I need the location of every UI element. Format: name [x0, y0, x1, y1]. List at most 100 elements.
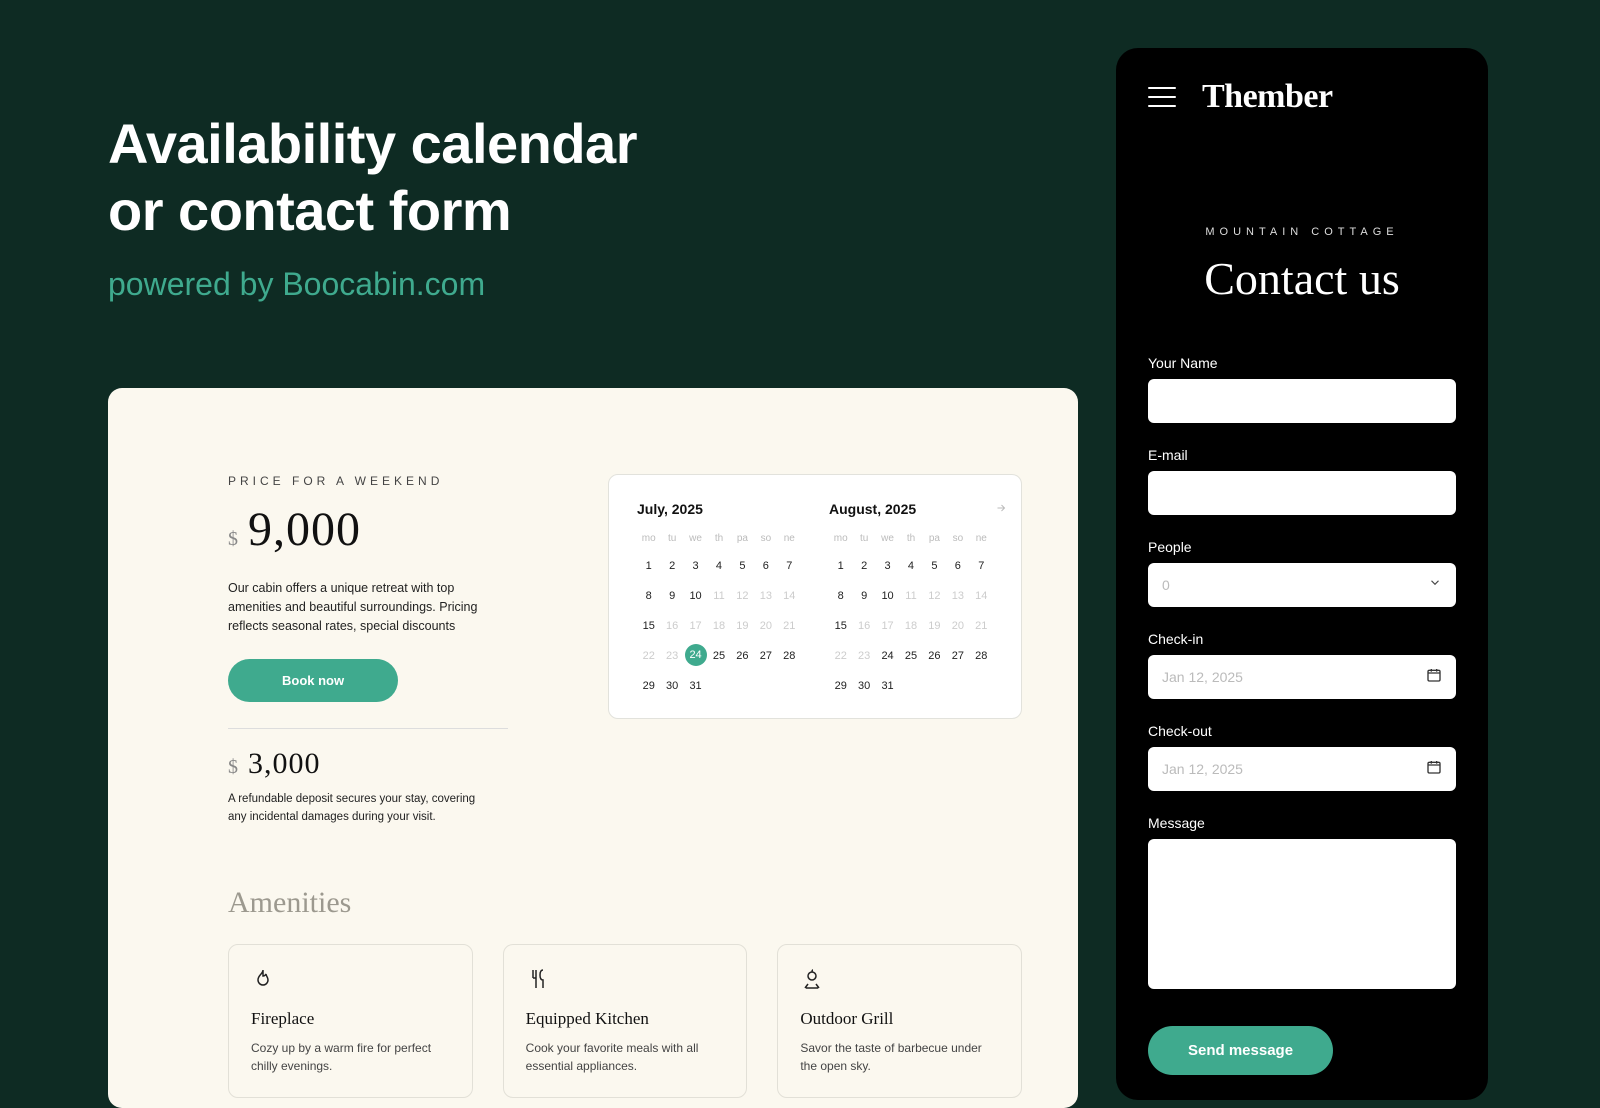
amenity-card: Equipped KitchenCook your favorite meals…: [503, 944, 748, 1098]
calendar-day[interactable]: 20: [946, 614, 969, 638]
calendar-day[interactable]: 24: [876, 644, 899, 668]
contact-form: Your Name E-mail People Check-in: [1148, 355, 1456, 1075]
calendar-day[interactable]: 1: [637, 554, 660, 578]
calendar-day[interactable]: 22: [829, 644, 852, 668]
calendar-day[interactable]: 18: [899, 614, 922, 638]
calendar-day[interactable]: 9: [852, 584, 875, 608]
email-input[interactable]: [1148, 471, 1456, 515]
headline-sub: powered by Boocabin.com: [108, 266, 637, 303]
deposit-value: 3,000: [248, 747, 321, 781]
utensils-icon: [526, 965, 554, 993]
calendar-day[interactable]: 24: [685, 644, 707, 666]
menu-icon[interactable]: [1148, 87, 1176, 107]
calendar-day[interactable]: 28: [970, 644, 993, 668]
calendar-day[interactable]: 7: [778, 554, 801, 578]
calendar-day[interactable]: 22: [637, 644, 660, 668]
message-textarea[interactable]: [1148, 839, 1456, 989]
calendar-day[interactable]: 28: [778, 644, 801, 668]
calendar-day[interactable]: 23: [852, 644, 875, 668]
headline-line-1: Availability calendar: [108, 112, 637, 175]
calendar-day[interactable]: 3: [876, 554, 899, 578]
calendar-day[interactable]: 13: [946, 584, 969, 608]
calendar-day[interactable]: 20: [754, 614, 777, 638]
calendar-day[interactable]: 29: [829, 674, 852, 698]
calendar-day[interactable]: 6: [946, 554, 969, 578]
calendar-day[interactable]: 1: [829, 554, 852, 578]
calendar-day[interactable]: 3: [684, 554, 707, 578]
calendar-day[interactable]: 11: [899, 584, 922, 608]
mobile-preview: Thember MOUNTAIN COTTAGE Contact us Your…: [1116, 48, 1488, 1100]
calendar-next-icon[interactable]: [995, 501, 1007, 517]
calendar-weekday: ne: [970, 533, 993, 544]
calendar-weekday: pa: [923, 533, 946, 544]
calendar-day[interactable]: 9: [660, 584, 683, 608]
calendar-day[interactable]: 18: [707, 614, 730, 638]
currency-symbol: $: [228, 756, 238, 779]
calendar-day[interactable]: 27: [754, 644, 777, 668]
calendar-day[interactable]: 10: [684, 584, 707, 608]
availability-calendar[interactable]: July, 2025motuwethpasone1234567891011121…: [608, 474, 1022, 719]
amenity-card: Outdoor GrillSavor the taste of barbecue…: [777, 944, 1022, 1098]
calendar-grid: motuwethpasone12345678910111213141516171…: [829, 533, 993, 698]
calendar-day[interactable]: 2: [852, 554, 875, 578]
people-select[interactable]: [1148, 563, 1456, 607]
calendar-day[interactable]: 7: [970, 554, 993, 578]
calendar-day[interactable]: 4: [899, 554, 922, 578]
calendar-day[interactable]: 26: [731, 644, 754, 668]
send-message-button[interactable]: Send message: [1148, 1026, 1333, 1075]
calendar-weekday: mo: [637, 533, 660, 544]
calendar-weekday: so: [754, 533, 777, 544]
calendar-day[interactable]: 30: [660, 674, 683, 698]
book-now-button[interactable]: Book now: [228, 659, 398, 702]
calendar-day[interactable]: 12: [923, 584, 946, 608]
checkout-input[interactable]: [1148, 747, 1456, 791]
calendar-day[interactable]: 5: [731, 554, 754, 578]
calendar-day[interactable]: 15: [637, 614, 660, 638]
calendar-day[interactable]: 15: [829, 614, 852, 638]
headline-line-2: or contact form: [108, 179, 511, 242]
checkin-input[interactable]: [1148, 655, 1456, 699]
calendar-weekday: pa: [731, 533, 754, 544]
message-label: Message: [1148, 815, 1456, 831]
calendar-day[interactable]: 30: [852, 674, 875, 698]
checkin-label: Check-in: [1148, 631, 1456, 647]
calendar-day[interactable]: 19: [923, 614, 946, 638]
calendar-day[interactable]: 13: [754, 584, 777, 608]
email-label: E-mail: [1148, 447, 1456, 463]
calendar-day[interactable]: 12: [731, 584, 754, 608]
calendar-day[interactable]: 21: [778, 614, 801, 638]
calendar-weekday: so: [946, 533, 969, 544]
calendar-day[interactable]: 26: [923, 644, 946, 668]
calendar-day[interactable]: 2: [660, 554, 683, 578]
calendar-day[interactable]: 14: [778, 584, 801, 608]
calendar-weekday: we: [684, 533, 707, 544]
calendar-day[interactable]: 29: [637, 674, 660, 698]
calendar-day[interactable]: 8: [829, 584, 852, 608]
calendar-day[interactable]: 8: [637, 584, 660, 608]
calendar-day[interactable]: 14: [970, 584, 993, 608]
grill-icon: [800, 965, 828, 993]
name-input[interactable]: [1148, 379, 1456, 423]
calendar-weekday: we: [876, 533, 899, 544]
calendar-day[interactable]: 4: [707, 554, 730, 578]
calendar-day[interactable]: 5: [923, 554, 946, 578]
calendar-day[interactable]: 17: [876, 614, 899, 638]
calendar-day[interactable]: 31: [876, 674, 899, 698]
name-label: Your Name: [1148, 355, 1456, 371]
calendar-day[interactable]: 19: [731, 614, 754, 638]
calendar-day[interactable]: 25: [899, 644, 922, 668]
calendar-day[interactable]: 31: [684, 674, 707, 698]
calendar-day[interactable]: 21: [970, 614, 993, 638]
calendar-day[interactable]: 27: [946, 644, 969, 668]
calendar-weekday: tu: [852, 533, 875, 544]
calendar-day[interactable]: 17: [684, 614, 707, 638]
page-title: Contact us: [1148, 252, 1456, 305]
calendar-day[interactable]: 6: [754, 554, 777, 578]
amenity-name: Equipped Kitchen: [526, 1009, 725, 1029]
calendar-day[interactable]: 11: [707, 584, 730, 608]
calendar-day[interactable]: 16: [660, 614, 683, 638]
calendar-day[interactable]: 16: [852, 614, 875, 638]
calendar-day[interactable]: 10: [876, 584, 899, 608]
calendar-day[interactable]: 25: [707, 644, 730, 668]
calendar-day[interactable]: 23: [660, 644, 683, 668]
